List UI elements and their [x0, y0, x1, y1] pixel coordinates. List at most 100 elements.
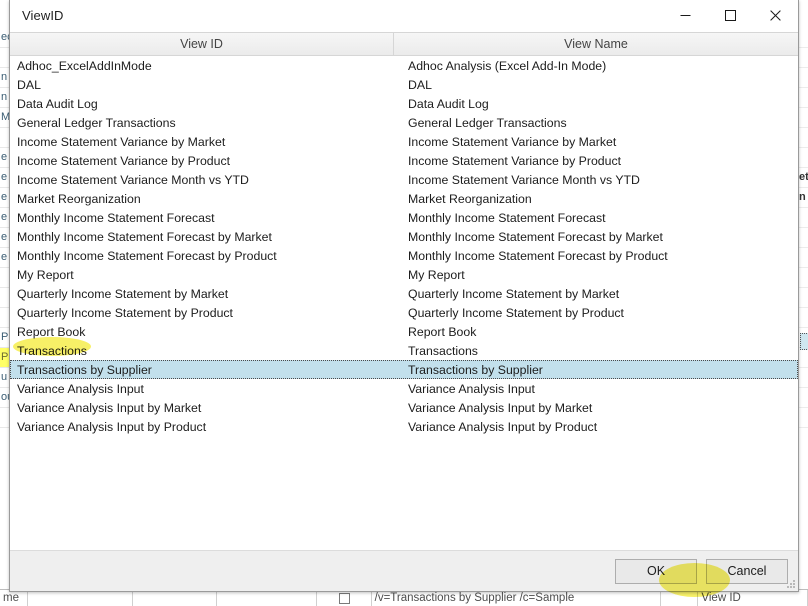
- cell-view-name: Variance Analysis Input: [408, 381, 535, 396]
- table-row[interactable]: Monthly Income Statement Forecast Monthly…: [10, 208, 798, 227]
- table-row[interactable]: Variance Analysis Input Variance Analysis…: [10, 379, 798, 398]
- close-button[interactable]: [753, 0, 798, 31]
- table-row[interactable]: Monthly Income Statement Forecast by Mar…: [10, 227, 798, 246]
- background-row-fragment: [0, 288, 9, 308]
- cell-view-name: Monthly Income Statement Forecast: [408, 210, 606, 225]
- cell-view-name: DAL: [408, 77, 432, 92]
- background-bottom-cell: [217, 590, 317, 606]
- table-row[interactable]: Quarterly Income Statement by Market Quar…: [10, 284, 798, 303]
- cell-view-id: Income Statement Variance by Product: [17, 153, 231, 168]
- view-list[interactable]: Adhoc_ExcelAddInMode Adhoc Analysis (Exce…: [10, 56, 798, 550]
- cell-view-id: Monthly Income Statement Forecast: [17, 210, 215, 225]
- cell-view-id: Market Reorganization: [17, 191, 141, 206]
- background-row-fragment: [799, 388, 808, 408]
- background-row-fragment: [799, 148, 808, 168]
- background-row-fragment: ou: [0, 388, 9, 408]
- table-row[interactable]: Transactions by Supplier Transactions by …: [10, 360, 798, 379]
- background-row-fragment: [799, 288, 808, 308]
- background-row-fragment: [799, 408, 808, 428]
- table-row[interactable]: General Ledger Transactions General Ledge…: [10, 113, 798, 132]
- background-row-fragment: [0, 128, 9, 148]
- cell-view-id: Quarterly Income Statement by Product: [17, 305, 233, 320]
- cell-view-name: Quarterly Income Statement by Market: [408, 286, 620, 301]
- cell-view-name: Variance Analysis Input by Product: [408, 419, 598, 434]
- cell-view-name: Income Statement Variance by Product: [408, 153, 622, 168]
- background-row-fragment: [0, 48, 9, 68]
- background-bottom-cell: [317, 590, 372, 606]
- cell-view-name: My Report: [408, 267, 465, 282]
- column-header-view-name[interactable]: View Name: [394, 33, 798, 55]
- background-row-fragment: et: [799, 168, 808, 188]
- background-row-fragment: [799, 308, 808, 328]
- cell-view-name: Transactions: [408, 343, 478, 358]
- table-row[interactable]: Market Reorganization Market Reorganizati…: [10, 189, 798, 208]
- background-row-fragment: [0, 408, 9, 428]
- minimize-button[interactable]: [663, 0, 708, 31]
- cell-view-id: Income Statement Variance Month vs YTD: [17, 172, 249, 187]
- background-selected-cell: [800, 333, 808, 350]
- table-row[interactable]: My Report My Report: [10, 265, 798, 284]
- background-row-fragment: [799, 248, 808, 268]
- maximize-button[interactable]: [708, 0, 753, 31]
- cell-view-id: Adhoc_ExcelAddInMode: [17, 58, 152, 73]
- cell-view-id: Report Book: [17, 324, 86, 339]
- cell-view-name: Quarterly Income Statement by Product: [408, 305, 624, 320]
- cell-view-id: Monthly Income Statement Forecast by Mar…: [17, 229, 272, 244]
- background-row-fragment: e: [0, 188, 9, 208]
- background-row-fragment: e: [0, 248, 9, 268]
- background-row-fragment: Me: [0, 108, 9, 128]
- cell-view-id: My Report: [17, 267, 74, 282]
- viewid-dialog: ViewID View ID View Name Adhoc_ExcelAddI…: [9, 0, 799, 592]
- cell-view-name: General Ledger Transactions: [408, 115, 567, 130]
- table-row[interactable]: Income Statement Variance Month vs YTD In…: [10, 170, 798, 189]
- cell-view-name: Income Statement Variance Month vs YTD: [408, 172, 640, 187]
- background-row-fragment: e: [0, 228, 9, 248]
- background-bottom-cell: [28, 590, 133, 606]
- cell-view-name: Monthly Income Statement Forecast by Pro…: [408, 248, 668, 263]
- table-row[interactable]: Data Audit Log Data Audit Log: [10, 94, 798, 113]
- table-row[interactable]: Monthly Income Statement Forecast by Pro…: [10, 246, 798, 265]
- cell-view-id: DAL: [17, 77, 41, 92]
- cell-view-name: Report Book: [408, 324, 477, 339]
- cell-view-name: Adhoc Analysis (Excel Add-In Mode): [408, 58, 607, 73]
- window-title: ViewID: [22, 8, 64, 23]
- background-row-fragment: [799, 348, 808, 368]
- ok-button[interactable]: OK: [615, 558, 697, 584]
- table-row[interactable]: Variance Analysis Input by Market Varianc…: [10, 398, 798, 417]
- background-row-fragment: P: [0, 348, 9, 368]
- cell-view-name: Transactions by Supplier: [408, 362, 543, 377]
- background-row-fragment: n: [0, 88, 9, 108]
- cell-view-id: Variance Analysis Input by Product: [17, 419, 207, 434]
- background-row-fragment: [799, 48, 808, 68]
- background-row-fragment: [799, 68, 808, 88]
- table-row[interactable]: Adhoc_ExcelAddInMode Adhoc Analysis (Exce…: [10, 56, 798, 75]
- cell-view-name: Data Audit Log: [408, 96, 489, 111]
- cell-view-id: Variance Analysis Input by Market: [17, 400, 202, 415]
- table-row[interactable]: Quarterly Income Statement by Product Qua…: [10, 303, 798, 322]
- dialog-titlebar[interactable]: ViewID: [10, 0, 798, 32]
- cell-view-id: Monthly Income Statement Forecast by Pro…: [17, 248, 277, 263]
- table-row[interactable]: Transactions Transactions: [10, 341, 798, 360]
- column-header-view-id[interactable]: View ID: [10, 33, 394, 55]
- cancel-button[interactable]: Cancel: [706, 558, 788, 584]
- cell-view-name: Variance Analysis Input by Market: [408, 400, 593, 415]
- background-bottom-cell: View ID: [698, 590, 808, 606]
- background-row-fragment: e: [0, 208, 9, 228]
- cell-view-id: Variance Analysis Input: [17, 381, 144, 396]
- background-row-fragment: e: [0, 168, 9, 188]
- table-row[interactable]: Variance Analysis Input by Product Varian…: [10, 417, 798, 436]
- background-row-fragment: [799, 268, 808, 288]
- table-row[interactable]: DAL DAL: [10, 75, 798, 94]
- background-row-fragment: n: [799, 188, 808, 208]
- table-row[interactable]: Report Book Report Book: [10, 322, 798, 341]
- background-row-fragment: ec: [0, 28, 9, 48]
- table-row[interactable]: Income Statement Variance by Market Incom…: [10, 132, 798, 151]
- background-row-fragment: [799, 128, 808, 148]
- close-icon: [770, 10, 781, 21]
- background-row-fragment: [799, 368, 808, 388]
- table-row[interactable]: Income Statement Variance by Product Inco…: [10, 151, 798, 170]
- background-row-fragment: u: [0, 368, 9, 388]
- background-row-fragment: e: [0, 148, 9, 168]
- cell-view-id: Data Audit Log: [17, 96, 98, 111]
- background-row-fragment: [799, 28, 808, 48]
